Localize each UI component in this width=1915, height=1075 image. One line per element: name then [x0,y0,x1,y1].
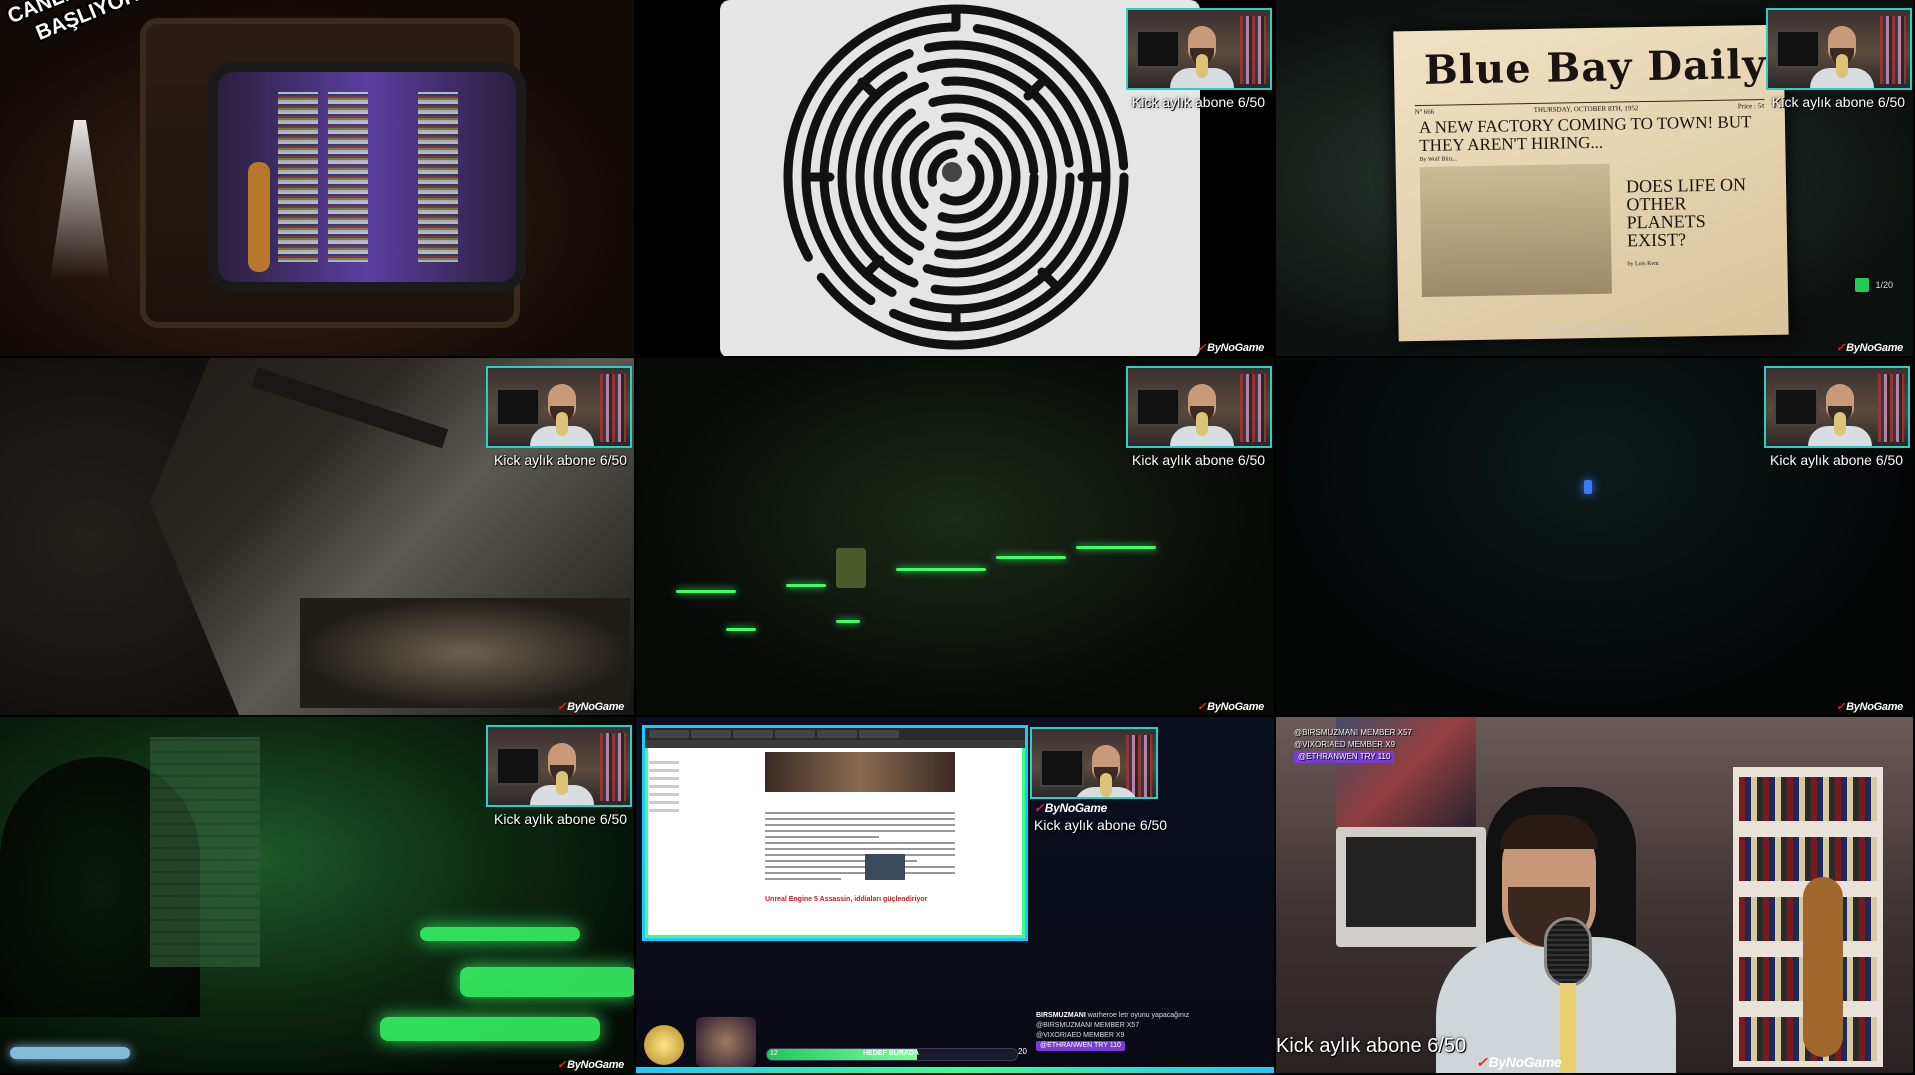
brand-logo: ✓ByNoGame [1197,342,1264,354]
streamer-thumbnail [696,1017,756,1067]
subscriber-goal-text: Kick aylık abone 6/50 [494,811,628,827]
subscriber-goal-text: Kick aylık abone 6/50 [1132,94,1266,110]
subscriber-goal-text: Kick aylık abone 6/50 [1276,1035,1467,1057]
pipe [251,367,449,449]
newspaper-side-headline: DOES LIFE ON OTHER PLANETS EXIST? [1625,174,1747,251]
tile-game-dark-room: Kick aylık abone 6/50 ✓ByNoGame [1276,358,1915,717]
subscriber-goal-text: Kick aylık abone 6/50 [1132,452,1266,468]
tile-maze: Kick aylık abone 6/50 ✓ByNoGame [636,0,1276,358]
newspaper-photo [1419,163,1612,297]
streamer-hair [1500,815,1598,849]
gold-coin-icon [644,1025,684,1065]
brick-wall [150,737,260,967]
crt-tv [1336,827,1486,947]
webcam-overlay [486,366,632,448]
brand-mark-icon: ✓ [1836,342,1846,354]
browser-tabs[interactable] [645,728,1025,740]
article-subheading: Unreal Engine 5 Assassin, iddiaları güçl… [765,896,928,903]
article-body [765,808,955,884]
spotlight [50,120,110,280]
newspaper-side-byline: by Lois Kent [1627,260,1659,268]
site-sidebar [649,756,689,926]
chat-line: @VIXORIAED MEMBER X9 [1036,1032,1125,1039]
brand-mark-icon: ✓ [557,1059,567,1071]
brand-logo: ✓ByNoGame [1836,342,1903,354]
newspaper-byline: By Wolf Blitz... [1419,156,1458,163]
brand-logo: ✓ByNoGame [1034,801,1108,815]
webcam-overlay [1126,366,1272,448]
article-hero-image [765,752,955,792]
newspaper-masthead: Blue Bay Daily [1423,40,1767,94]
debris [300,598,630,708]
brand-logo: ✓ByNoGame [1476,1054,1562,1070]
chat-feed: BIRSMUZMANI warheroe letr oyunu yapacağı… [1036,1011,1274,1051]
control-back[interactable]: ◎ Back [1611,324,1638,333]
article-thumbnail[interactable] [865,854,905,880]
webcam-overlay [1766,8,1912,90]
brand-mark-icon: ✓ [1197,701,1207,713]
goal-label: HEDEF BURADA [863,1050,919,1057]
tile-browser-stream: Unreal Engine 5 Assassin, iddiaları güçl… [636,717,1276,1075]
brand-mark-icon: ✓ [1836,701,1846,713]
brand-logo: ✓ByNoGame [557,701,624,713]
subscriber-goal-text: Kick aylık abone 6/50 [494,452,628,468]
barrel [836,548,866,588]
browser-url-bar[interactable] [645,740,1025,748]
control-read[interactable]: ◎ Read [1541,324,1569,333]
tile-game-ruins: Kick aylık abone 6/50 ✓ByNoGame [0,358,636,717]
browser-window: Unreal Engine 5 Assassin, iddiaları güçl… [642,725,1028,941]
tile-newspaper: Blue Bay Daily Nº 666 THURSDAY, OCTOBER … [1276,0,1915,358]
webcam-overlay [486,725,632,807]
tile-game-dark-cave: Kick aylık abone 6/50 ✓ByNoGame [636,358,1276,717]
newspaper: Blue Bay Daily Nº 666 THURSDAY, OCTOBER … [1393,24,1789,342]
stream-start-banner: CANLI YAYIN BAŞLIYOR [4,0,144,54]
guitar [1803,877,1843,1057]
chat-message: BIRSMUZMANI warheroe letr oyunu yapacağı… [1036,1012,1190,1019]
tile-game-sewer: Kick aylık abone 6/50 ✓ByNoGame [0,717,636,1075]
webcam-overlay [1126,8,1272,90]
subscriber-goal-text: Kick aylık abone 6/50 [1772,94,1906,110]
brand-mark-icon: ✓ [1197,342,1207,354]
brand-mark-icon: ✓ [1476,1054,1488,1070]
neon-border [636,1067,1274,1073]
control-flip[interactable]: ◎ Flip [1579,324,1601,333]
checkbox-icon [1855,278,1870,292]
blue-lamp [1584,480,1592,494]
collectible-counter: 1/20 [1855,278,1893,292]
multiview-grid: CANLI YAYIN BAŞLIYOR [0,0,1915,1075]
webcam-overlay [1030,727,1158,799]
subscriber-goal-text: Kick aylık abone 6/50 [1034,817,1168,833]
retro-tv-screen [208,62,526,292]
rock-wall [0,358,240,715]
chat-line: @BIRSMUZMANI MEMBER X57 [1036,1022,1140,1029]
chat-tag: @ETHRANWEN TRY 110 [1036,1041,1125,1051]
tile-starting-screen: CANLI YAYIN BAŞLIYOR [0,0,636,358]
tile-main-webcam: @BIRSMUZMANI MEMBER X57 @VIXORIAED MEMBE… [1276,717,1915,1075]
subscriber-goal-text: Kick aylık abone 6/50 [1770,452,1904,468]
webcam-overlay [1764,366,1910,448]
brand-logo: ✓ByNoGame [557,1059,624,1071]
goal-target: 20 [1018,1047,1027,1056]
webcam-chat-overlay: @BIRSMUZMANI MEMBER X57 @VIXORIAED MEMBE… [1294,728,1412,763]
brand-logo: ✓ByNoGame [1836,701,1903,713]
brand-mark-icon: ✓ [557,701,567,713]
brand-mark-icon: ✓ [1034,801,1044,815]
newspaper-headline: A NEW FACTORY COMING TO TOWN! BUT THEY A… [1418,112,1752,155]
maze-graphic [783,4,1129,350]
microphone-icon [1544,917,1592,1073]
game-controls-hint: ◎ Read ◎ Flip ◎ Back [1541,324,1638,333]
brand-logo: ✓ByNoGame [1197,701,1264,713]
